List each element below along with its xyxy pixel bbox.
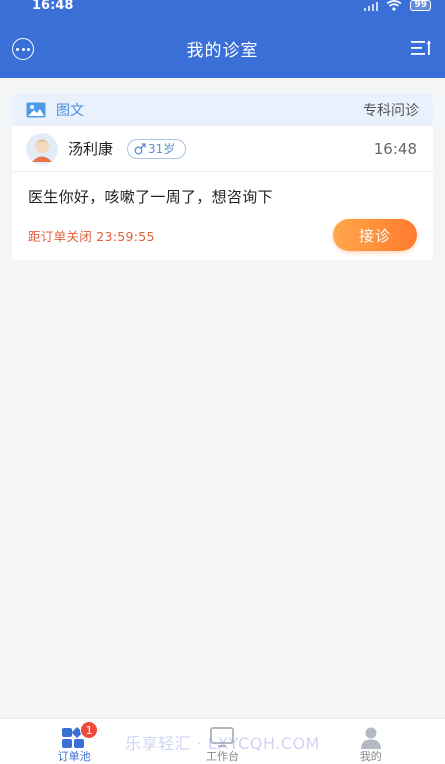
age-tag: 31岁 [127, 138, 187, 159]
patient-message: 医生你好，咳嗽了一周了，想咨询下 [28, 188, 273, 206]
tab-mine[interactable]: 我的 [297, 719, 445, 764]
consult-category: 专科问诊 [363, 103, 419, 119]
tab-label: 我的 [359, 750, 382, 763]
order-actions: 距订单关闭 23:59:55 接诊 [12, 207, 433, 251]
menu-list-icon[interactable] [411, 40, 431, 56]
accept-button[interactable]: 接诊 [333, 219, 417, 251]
patient-age: 31岁 [148, 142, 176, 156]
tab-order-pool[interactable]: 1 订单池 [0, 719, 148, 764]
bottom-tab-bar: 1 订单池 工作台 我的 乐享轻汇 · LXYCQH.COM [0, 718, 445, 764]
patient-row: 汤利康 31岁 16:48 [12, 126, 433, 172]
tab-workbench[interactable]: 工作台 [148, 719, 296, 764]
consult-type-label: 图文 [56, 103, 84, 119]
patient-name: 汤利康 [68, 140, 114, 158]
tab-label: 订单池 [57, 750, 91, 763]
page-title: 我的诊室 [186, 41, 259, 61]
order-time: 16:48 [373, 139, 417, 158]
image-text-icon [26, 102, 46, 118]
signal-icon [364, 1, 379, 11]
status-time: 16:48 [32, 0, 74, 13]
monitor-icon [210, 727, 235, 748]
order-count-badge: 1 [80, 721, 99, 739]
clinic-page: 16:48 99 我的诊室 图文 专科问诊 汤利康 31岁 16:48 医生你好… [0, 0, 445, 764]
app-header: 16:48 99 我的诊室 [0, 0, 445, 78]
battery-icon: 99 [410, 0, 431, 11]
order-countdown: 距订单关闭 23:59:55 [28, 228, 155, 244]
wifi-icon [387, 0, 402, 11]
order-card[interactable]: 图文 专科问诊 汤利康 31岁 16:48 医生你好，咳嗽了一周了，想咨询下 距… [12, 94, 433, 260]
status-indicators: 99 [364, 0, 431, 11]
order-card-header: 图文 专科问诊 [12, 94, 433, 126]
patient-avatar-icon [26, 132, 58, 165]
user-icon [360, 727, 381, 749]
tab-label: 工作台 [205, 750, 239, 763]
male-icon [134, 142, 146, 154]
